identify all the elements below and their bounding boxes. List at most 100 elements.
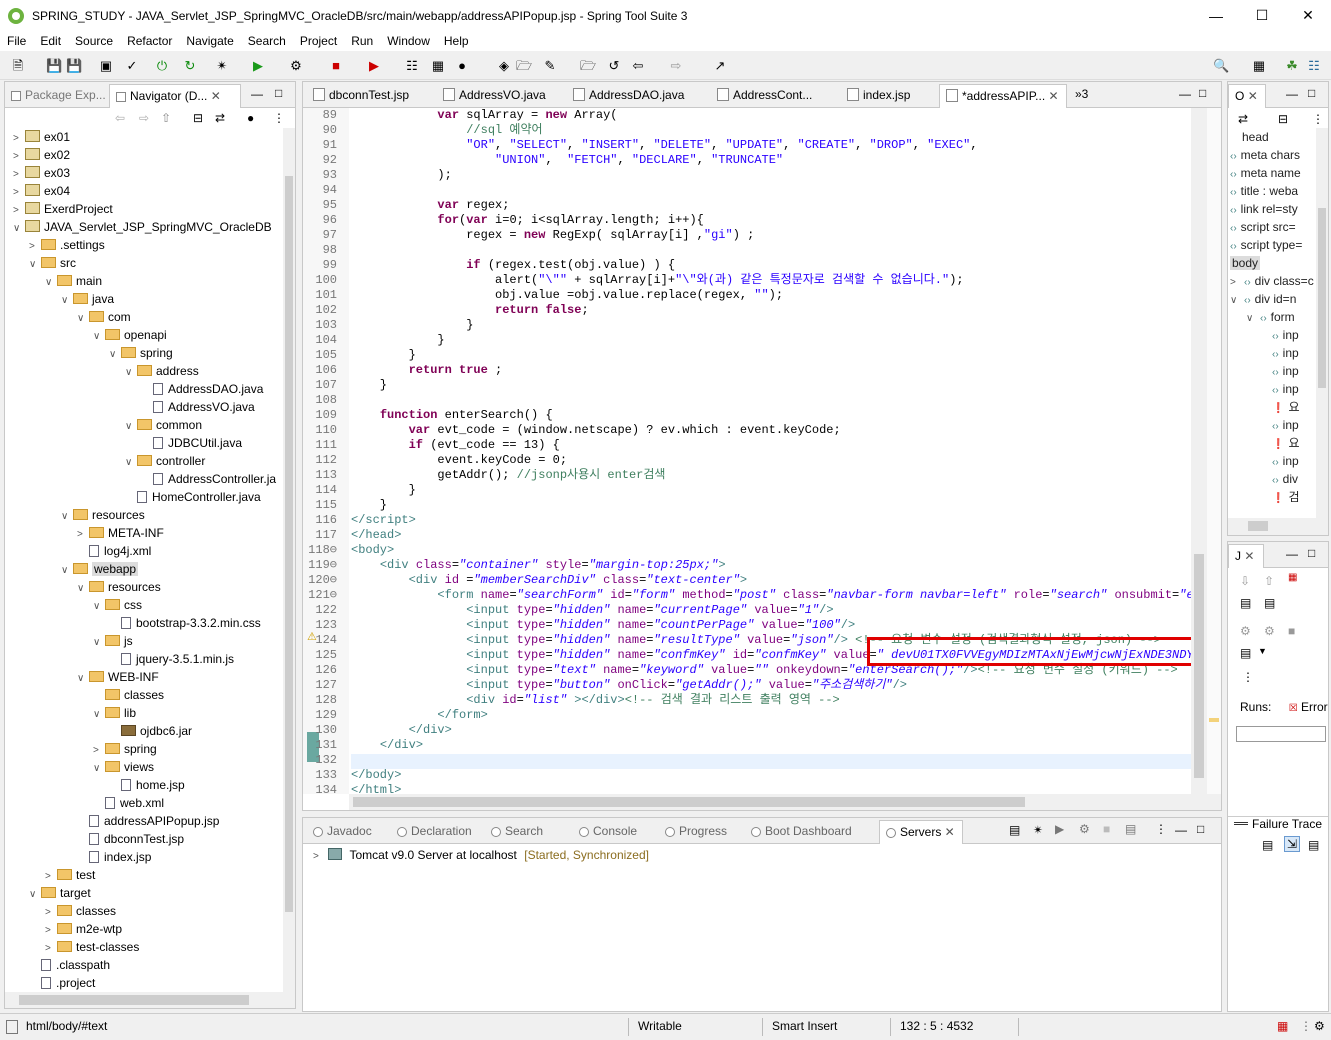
package-icon[interactable]: ▦ [430,58,446,74]
code-line[interactable]: alert("\"" + sqlArray[i]+"\"와(과) 같은 특정문자… [351,273,964,288]
annotation-icon[interactable]: ↺ [606,58,622,74]
new-server-icon[interactable]: ☷ [404,58,420,74]
code-line[interactable]: } [351,378,387,393]
code-line[interactable]: </script> [351,513,416,528]
history-icon[interactable]: ▤ [1240,646,1251,660]
open-type-icon[interactable]: ◈ [496,58,512,74]
outline-item[interactable]: ‹› script src= [1230,218,1296,236]
open-task-icon[interactable]: ↗ [712,58,728,74]
tree-item[interactable]: > ex03 [13,164,70,182]
external-tools-icon[interactable]: ⚙ [288,58,304,74]
tree-item[interactable]: web.xml [93,794,164,812]
code-line[interactable]: } [351,348,416,363]
code-line[interactable]: for(var i=0; i<sqlArray.length; i++){ [351,213,703,228]
outline-item[interactable]: ‹› inp [1272,344,1299,362]
tree-item[interactable]: home.jsp [109,776,185,794]
menu-refactor[interactable]: Refactor [120,34,179,48]
tab-package-explorer[interactable]: Package Exp... [5,84,109,108]
history-dropdown-icon[interactable]: ▼ [1258,646,1267,656]
code-line[interactable]: <div class="container" style="margin-top… [351,558,726,573]
collapse-all-icon[interactable]: ⊟ [193,111,203,125]
maximize-view-icon[interactable]: □ [275,86,282,100]
editor-tab[interactable]: AddressDAO.java [567,84,709,108]
twisty-icon[interactable]: ∨ [125,418,137,436]
code-line[interactable]: </html> [351,783,401,794]
folder-icon[interactable]: 🗁 [580,58,596,74]
nav-up-icon[interactable]: ⇧ [161,111,171,125]
maximize-outline-icon[interactable]: □ [1308,86,1315,100]
status-menu-icon[interactable]: ⋮ [1300,1019,1312,1033]
code-line[interactable]: regex = new RegExp( sqlArray[i] ,"gi") ; [351,228,754,243]
code-line[interactable]: function enterSearch() { [351,408,553,423]
view-menu-icon[interactable]: ⋮ [273,111,285,125]
servers-view-menu-icon[interactable]: ⋮ [1155,822,1167,836]
outline-item[interactable]: ‹› meta name [1230,164,1301,182]
link-editor-icon[interactable]: ⇄ [215,111,225,125]
twisty-icon[interactable]: ∨ [93,328,105,346]
twisty-icon[interactable]: ∨ [93,760,105,778]
code-line[interactable]: <div id="list" ></div><!-- 검색 결과 리스트 출력 … [351,693,840,708]
outline-item[interactable]: ‹› div [1272,470,1298,488]
code-line[interactable]: </div> [351,723,452,738]
outline-item[interactable]: ❗ 요 [1272,398,1300,416]
tree-item[interactable]: ∨ address [125,362,199,380]
minimize-view-icon[interactable]: — [251,87,263,101]
menu-help[interactable]: Help [437,34,476,48]
minimize-editor-icon[interactable]: — [1179,87,1191,101]
twisty-icon[interactable]: ∨ [13,220,25,238]
tree-item[interactable]: ∨ com [77,308,131,326]
tree-item[interactable]: > ex01 [13,128,70,146]
tree-item[interactable]: > META-INF [77,524,164,542]
minimize-servers-icon[interactable]: — [1175,823,1187,837]
menu-run[interactable]: Run [344,34,380,48]
tree-item[interactable]: > test-classes [45,938,139,956]
tree-item[interactable]: ∨ lib [93,704,136,722]
tab-navigator[interactable]: Navigator (D... ✕ [109,84,241,108]
profile-server-icon[interactable]: ⚙ [1079,822,1090,836]
outline-item[interactable]: > ‹› div class=c [1230,272,1314,290]
minimize-outline-icon[interactable]: — [1286,87,1298,101]
code-line[interactable]: </head> [351,528,401,543]
tree-item[interactable]: ∨ JAVA_Servlet_JSP_SpringMVC_OracleDB [13,218,272,236]
menu-search[interactable]: Search [241,34,293,48]
code-line[interactable]: } [351,318,473,333]
code-line[interactable]: <div id ="memberSearchDiv" class="text-c… [351,573,748,588]
close-button[interactable]: ✕ [1285,0,1331,31]
code-line[interactable]: <input type="hidden" name="currentPage" … [351,603,833,618]
tree-item[interactable]: > .settings [29,236,105,254]
twisty-icon[interactable]: ∨ [125,454,137,472]
outline-item[interactable]: ‹› script type= [1230,236,1302,254]
code-line[interactable]: </body> [351,768,401,783]
outline-item[interactable]: ❗ 요 [1272,434,1300,452]
code-line[interactable]: getAddr(); //jsonp사용시 enter검색 [351,468,665,483]
twisty-icon[interactable]: ∨ [77,580,89,598]
tree-horizontal-scrollbar[interactable] [5,992,295,1008]
tree-item[interactable]: HomeController.java [125,488,261,506]
twisty-icon[interactable]: ∨ [93,634,105,652]
open-perspective-icon[interactable]: ▦ [1251,58,1267,74]
copy-trace-icon[interactable]: ▤ [1308,838,1319,852]
tree-item[interactable]: bootstrap-3.3.2.min.css [109,614,261,632]
close-tab-icon[interactable]: ✕ [941,825,955,839]
new-icon[interactable]: 🗎 [10,58,26,74]
twisty-icon[interactable]: ∨ [125,364,137,382]
open-folder-icon[interactable]: 🗁 [516,58,532,74]
tree-item[interactable]: .classpath [29,956,110,974]
debug-server-icon[interactable]: ✴ [1033,823,1043,837]
code-line[interactable]: "UNION", "FETCH", "DECLARE", "TRUNCATE" [351,153,783,168]
relaunch-icon[interactable]: ↻ [182,58,198,74]
publish-icon[interactable]: ▤ [1125,822,1136,836]
outline-item[interactable]: ‹› meta chars [1230,146,1300,164]
skip-breakpoints-icon[interactable]: ✓ [124,58,140,74]
nav-forward-icon[interactable]: ⇨ [139,111,149,125]
tree-item[interactable]: ∨ views [93,758,154,776]
tree-item[interactable]: log4j.xml [77,542,151,560]
junit-menu-icon[interactable]: ⋮ [1242,670,1254,684]
save-all-icon[interactable]: 💾 [66,58,82,74]
scroll-lock-icon[interactable]: ▤ [1240,596,1251,610]
editor-tab[interactable]: dbconnTest.jsp [307,84,435,108]
code-line[interactable]: var sqlArray = new Array( [351,108,617,123]
tab-javadoc[interactable]: Javadoc [307,820,391,844]
spring-perspective-icon[interactable]: ☘ [1284,58,1300,74]
code-line[interactable]: <body> [351,543,394,558]
